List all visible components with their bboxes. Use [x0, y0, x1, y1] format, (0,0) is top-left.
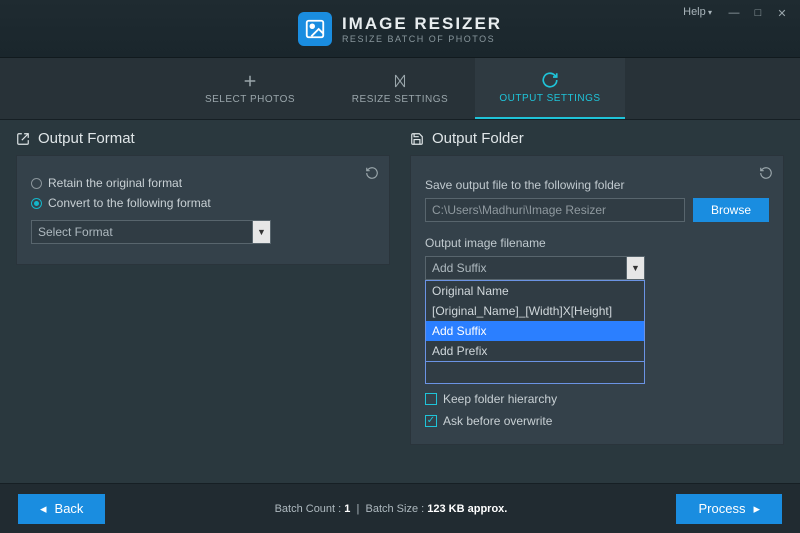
app-logo-wrap: IMAGE RESIZER RESIZE BATCH OF PHOTOS [298, 12, 502, 46]
filename-label: Output image filename [425, 236, 769, 250]
back-button[interactable]: ◂ Back [18, 494, 105, 524]
option-original-name[interactable]: Original Name [426, 281, 644, 301]
panel-output-folder: Output Folder Save output file to the fo… [410, 130, 784, 460]
radio-icon [31, 198, 42, 209]
checkbox-icon: ✓ [425, 415, 437, 427]
tab-output-settings[interactable]: OUTPUT SETTINGS [475, 58, 625, 119]
reset-icon[interactable] [365, 166, 379, 180]
checkbox-label: Keep folder hierarchy [443, 392, 557, 406]
export-icon [16, 132, 30, 146]
option-add-suffix[interactable]: Add Suffix [426, 321, 644, 341]
tab-label: OUTPUT SETTINGS [499, 93, 600, 104]
suffix-input[interactable] [425, 362, 645, 384]
chevron-down-icon[interactable]: ▼ [627, 256, 645, 280]
tab-select-photos[interactable]: SELECT PHOTOS [175, 58, 325, 119]
radio-retain-format[interactable]: Retain the original format [31, 176, 375, 190]
radio-convert-format[interactable]: Convert to the following format [31, 196, 375, 210]
app-title: IMAGE RESIZER [342, 14, 502, 34]
filename-mode-options: Original Name [Original_Name]_[Width]X[H… [425, 280, 645, 362]
radio-icon [31, 178, 42, 189]
footer-bar: ◂ Back Batch Count : 1 | Batch Size : 12… [0, 483, 800, 533]
checkbox-ask-overwrite[interactable]: ✓ Ask before overwrite [425, 414, 769, 428]
checkbox-icon [425, 393, 437, 405]
process-label: Process [698, 501, 745, 516]
tab-label: SELECT PHOTOS [205, 94, 295, 105]
maximize-icon[interactable]: □ [746, 4, 770, 22]
save-icon [410, 132, 424, 146]
checkbox-keep-hierarchy[interactable]: Keep folder hierarchy [425, 392, 769, 406]
panel-title: Output Folder [432, 130, 524, 147]
option-add-prefix[interactable]: Add Prefix [426, 341, 644, 361]
tab-bar: SELECT PHOTOS RESIZE SETTINGS OUTPUT SET… [0, 58, 800, 120]
panel-output-format: Output Format Retain the original format… [16, 130, 390, 460]
process-button[interactable]: Process ▸ [676, 494, 782, 524]
option-dimension-name[interactable]: [Original_Name]_[Width]X[Height] [426, 301, 644, 321]
chevron-right-icon: ▸ [753, 501, 760, 517]
checkbox-label: Ask before overwrite [443, 414, 552, 428]
save-path-label: Save output file to the following folder [425, 178, 769, 192]
chevron-down-icon[interactable]: ▼ [253, 220, 271, 244]
back-label: Back [55, 501, 84, 516]
panel-title: Output Format [38, 130, 135, 147]
format-select[interactable]: Select Format ▼ [31, 220, 271, 244]
tab-label: RESIZE SETTINGS [352, 94, 448, 105]
chevron-left-icon: ◂ [40, 501, 47, 517]
reset-icon[interactable] [759, 166, 773, 180]
close-icon[interactable]: ✕ [770, 4, 794, 22]
radio-label: Convert to the following format [48, 196, 211, 210]
app-logo-icon [298, 12, 332, 46]
radio-label: Retain the original format [48, 176, 182, 190]
help-menu[interactable]: Help [683, 6, 712, 18]
batch-status: Batch Count : 1 | Batch Size : 123 KB ap… [275, 503, 508, 515]
output-path-input[interactable]: C:\Users\Madhuri\Image Resizer [425, 198, 685, 222]
titlebar: IMAGE RESIZER RESIZE BATCH OF PHOTOS Hel… [0, 0, 800, 58]
minimize-icon[interactable]: — [722, 4, 746, 22]
browse-button[interactable]: Browse [693, 198, 769, 222]
format-select-value: Select Format [31, 220, 253, 244]
tab-resize-settings[interactable]: RESIZE SETTINGS [325, 58, 475, 119]
app-subtitle: RESIZE BATCH OF PHOTOS [342, 34, 502, 44]
filename-mode-select[interactable]: Add Suffix [425, 256, 627, 280]
